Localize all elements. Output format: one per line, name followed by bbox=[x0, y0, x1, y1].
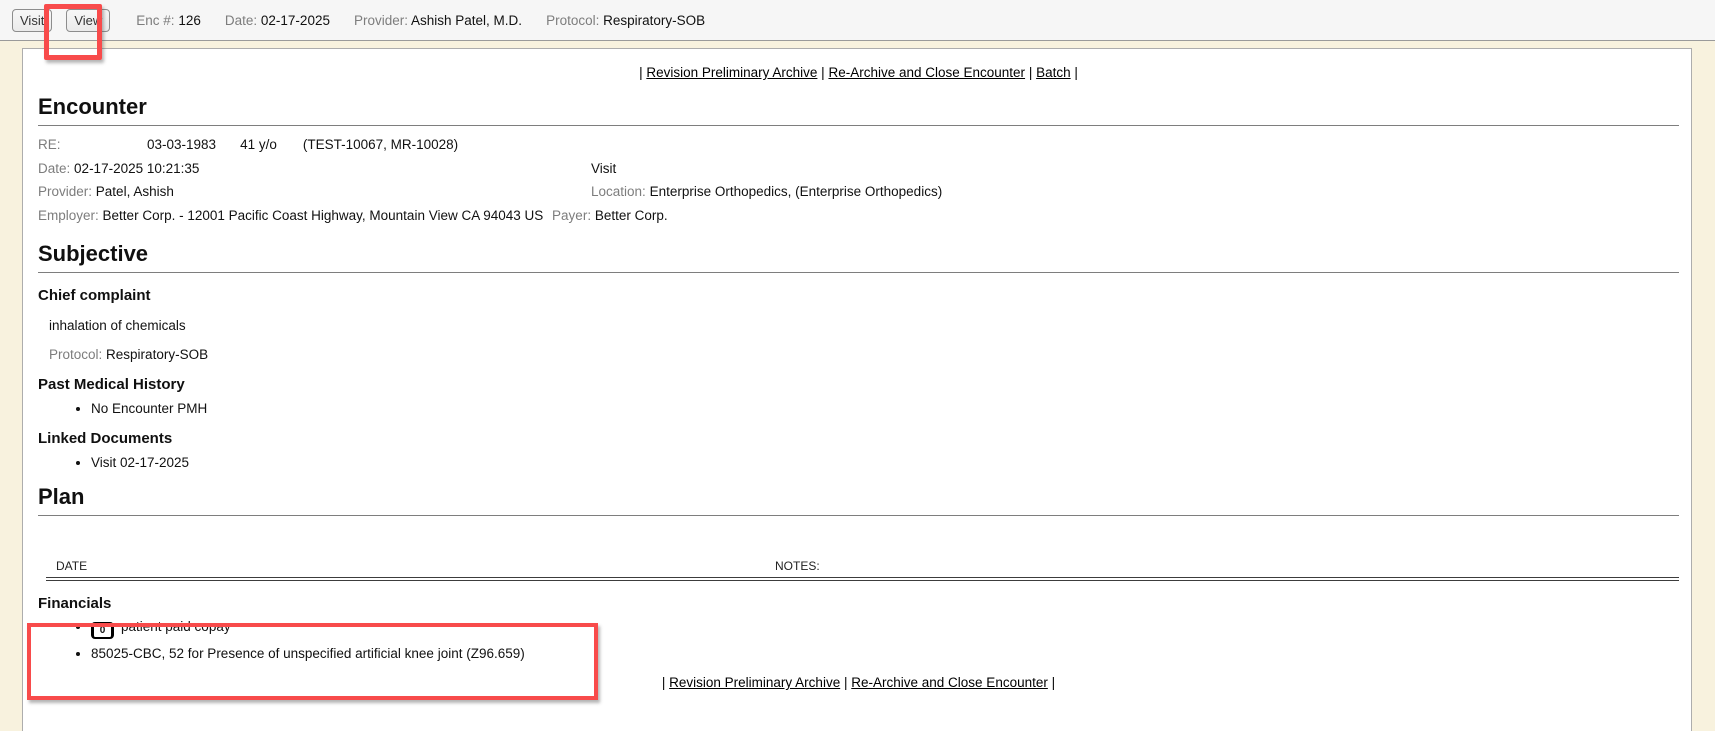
link-separator: | bbox=[821, 65, 825, 80]
link-separator: | bbox=[1074, 65, 1078, 80]
link-separator: | bbox=[844, 675, 848, 690]
chief-complaint-heading: Chief complaint bbox=[38, 287, 1679, 304]
payer-field: Payer: Better Corp. bbox=[552, 208, 668, 223]
visit-type: Visit bbox=[591, 157, 616, 181]
linked-document-item: Visit 02-17-2025 bbox=[91, 455, 1679, 470]
past-medical-history-heading: Past Medical History bbox=[38, 376, 1679, 393]
location-field: Location: Enterprise Orthopedics, (Enter… bbox=[591, 180, 942, 204]
view-tab-button[interactable]: View bbox=[66, 9, 110, 32]
section-divider bbox=[38, 125, 1679, 126]
payer-label: Payer: bbox=[552, 208, 591, 223]
past-medical-history-list: No Encounter PMH bbox=[38, 401, 1679, 416]
subjective-protocol-row: Protocol: Respiratory-SOB bbox=[38, 347, 1679, 362]
location-label: Location: bbox=[591, 184, 646, 199]
revision-preliminary-archive-link[interactable]: Revision Preliminary Archive bbox=[646, 65, 817, 80]
visit-date-row: Date: 02-17-2025 10:21:35 Visit bbox=[38, 157, 1679, 181]
employer-label: Employer: bbox=[38, 208, 99, 223]
encounter-provider-label: Provider: bbox=[38, 184, 92, 199]
encounter-number-field: Enc #: 126 bbox=[136, 13, 201, 28]
revision-preliminary-archive-link-bottom[interactable]: Revision Preliminary Archive bbox=[669, 675, 840, 690]
encounter-section-heading: Encounter bbox=[38, 94, 1679, 120]
encounter-provider-value: Patel, Ashish bbox=[96, 184, 174, 199]
protocol-label: Protocol: bbox=[546, 13, 599, 28]
linked-documents-list: Visit 02-17-2025 bbox=[38, 455, 1679, 470]
plan-notes-column-header: NOTES: bbox=[775, 559, 820, 573]
plan-table-header: DATE NOTES: bbox=[38, 559, 1679, 574]
encounter-number-value: 126 bbox=[178, 13, 201, 28]
encounter-document-panel: | Revision Preliminary Archive | Re-Arch… bbox=[22, 48, 1692, 731]
financials-list: 0 patient paid copay 85025-CBC, 52 for Pr… bbox=[38, 619, 1679, 661]
financials-copay-item: 0 patient paid copay bbox=[91, 619, 1679, 639]
section-divider bbox=[38, 272, 1679, 273]
subjective-protocol-value: Respiratory-SOB bbox=[106, 347, 208, 362]
employer-payer-row: Employer: Better Corp. - 12001 Pacific C… bbox=[38, 204, 1679, 228]
provider-label: Provider: bbox=[354, 13, 408, 28]
patient-re-row: RE:03-03-1983 41 y/o (TEST-10067, MR-10028… bbox=[38, 133, 1679, 157]
patient-age: 41 y/o bbox=[240, 137, 277, 152]
protocol-value: Respiratory-SOB bbox=[603, 13, 705, 28]
link-separator: | bbox=[662, 675, 666, 690]
top-toolbar: Visit View Enc #: 126 Date: 02-17-2025 P… bbox=[0, 0, 1715, 41]
section-divider bbox=[38, 515, 1679, 516]
financials-cpt-item: 85025-CBC, 52 for Presence of unspecifie… bbox=[91, 646, 1679, 661]
encounter-date-field: Date: 02-17-2025 bbox=[225, 13, 330, 28]
subjective-protocol-label: Protocol: bbox=[49, 347, 102, 362]
plan-section-heading: Plan bbox=[38, 484, 1679, 510]
encounter-number-label: Enc #: bbox=[136, 13, 174, 28]
subjective-section-heading: Subjective bbox=[38, 241, 1679, 267]
link-separator: | bbox=[1052, 675, 1056, 690]
provider-value: Ashish Patel, M.D. bbox=[411, 13, 522, 28]
financials-heading: Financials bbox=[38, 595, 1679, 612]
rearchive-close-encounter-link[interactable]: Re-Archive and Close Encounter bbox=[828, 65, 1025, 80]
encounter-details: RE:03-03-1983 41 y/o (TEST-10067, MR-10028… bbox=[38, 133, 1679, 227]
money-icon: 0 bbox=[91, 622, 114, 639]
batch-link[interactable]: Batch bbox=[1036, 65, 1071, 80]
link-separator: | bbox=[1029, 65, 1033, 80]
visit-date-value: 02-17-2025 10:21:35 bbox=[74, 161, 199, 176]
copay-text: patient paid copay bbox=[121, 619, 231, 634]
rearchive-close-encounter-link-bottom[interactable]: Re-Archive and Close Encounter bbox=[851, 675, 1048, 690]
employer-value: Better Corp. - 12001 Pacific Coast Highw… bbox=[103, 208, 544, 223]
plan-date-column-header: DATE bbox=[56, 559, 87, 573]
provider-row: Provider: Patel, Ashish Location: Enterp… bbox=[38, 180, 1679, 204]
plan-table-divider bbox=[46, 577, 1679, 581]
re-label: RE: bbox=[38, 133, 147, 157]
visit-date-label: Date: bbox=[38, 161, 70, 176]
bottom-action-links: | Revision Preliminary Archive | Re-Arch… bbox=[38, 675, 1679, 690]
encounter-date-value: 02-17-2025 bbox=[261, 13, 330, 28]
encounter-date-label: Date: bbox=[225, 13, 257, 28]
location-value: Enterprise Orthopedics, (Enterprise Orth… bbox=[650, 184, 943, 199]
top-action-links: | Revision Preliminary Archive | Re-Arch… bbox=[38, 65, 1679, 80]
protocol-field: Protocol: Respiratory-SOB bbox=[546, 13, 705, 28]
payer-value: Better Corp. bbox=[595, 208, 668, 223]
link-separator: | bbox=[639, 65, 643, 80]
provider-field: Provider: Ashish Patel, M.D. bbox=[354, 13, 522, 28]
patient-dob: 03-03-1983 bbox=[147, 137, 216, 152]
chief-complaint-text: inhalation of chemicals bbox=[38, 318, 1679, 333]
linked-documents-heading: Linked Documents bbox=[38, 430, 1679, 447]
visit-tab-button[interactable]: Visit bbox=[12, 9, 52, 32]
patient-ids: (TEST-10067, MR-10028) bbox=[303, 137, 458, 152]
list-item: No Encounter PMH bbox=[91, 401, 1679, 416]
